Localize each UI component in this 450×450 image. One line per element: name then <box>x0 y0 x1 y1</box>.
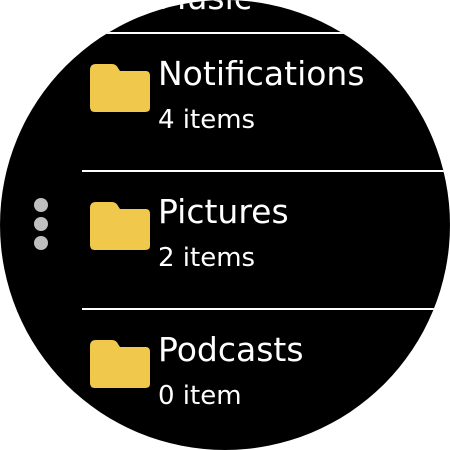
divider <box>82 170 450 172</box>
previous-folder-name[interactable]: Music <box>158 0 252 17</box>
folder-item-count: 0 item <box>158 381 242 411</box>
folder-item-count: 4 items <box>158 105 256 135</box>
list-item-pictures[interactable]: Pictures 2 items <box>88 192 448 320</box>
more-vertical-icon <box>34 198 48 212</box>
list-item-notifications[interactable]: Notifications 4 items <box>88 54 448 182</box>
divider <box>82 308 450 310</box>
folder-name: Podcasts <box>158 330 304 369</box>
folder-name: Pictures <box>158 192 289 231</box>
folder-icon <box>90 64 150 112</box>
more-options-button[interactable] <box>31 198 51 254</box>
folder-name: Notifications <box>158 54 365 93</box>
more-vertical-icon <box>34 217 48 231</box>
watch-screen: Music Notifications 4 items Pictures 2 i… <box>0 0 450 450</box>
list-item-podcasts[interactable]: Podcasts 0 item <box>88 330 448 450</box>
more-vertical-icon <box>34 236 48 250</box>
folder-icon <box>90 340 150 388</box>
divider <box>82 32 450 34</box>
folder-item-count: 2 items <box>158 243 256 273</box>
folder-icon <box>90 202 150 250</box>
